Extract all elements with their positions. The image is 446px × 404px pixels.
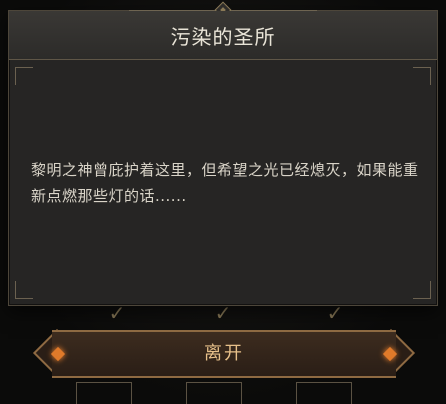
leave-button-label: 离开 bbox=[204, 343, 244, 364]
game-screen: ✓ ✓ ✓ 污染的圣所 黎明之神曾庇护着这里，但希望之光已经熄灭，如果能重新点燃… bbox=[0, 0, 446, 404]
dialog-title: 污染的圣所 bbox=[170, 24, 276, 49]
bg-checkmark-icon: ✓ bbox=[326, 301, 344, 325]
bg-checkmark-icon: ✓ bbox=[214, 301, 232, 325]
leave-button[interactable]: 离开 bbox=[32, 328, 416, 378]
dialog-title-bar: 污染的圣所 bbox=[9, 11, 437, 60]
corner-ornament-icon bbox=[15, 281, 33, 299]
bg-checkmark-icon: ✓ bbox=[108, 301, 126, 325]
bg-slot bbox=[296, 382, 352, 404]
event-dialog: 污染的圣所 黎明之神曾庇护着这里，但希望之光已经熄灭，如果能重新点燃那些灯的话.… bbox=[8, 1, 438, 306]
dialog-message: 黎明之神曾庇护着这里，但希望之光已经熄灭，如果能重新点燃那些灯的话...... bbox=[31, 161, 419, 205]
corner-ornament-icon bbox=[413, 281, 431, 299]
corner-ornament-icon bbox=[413, 67, 431, 85]
corner-ornament-icon bbox=[15, 67, 33, 85]
bg-slot bbox=[186, 382, 242, 404]
bg-slot bbox=[76, 382, 132, 404]
